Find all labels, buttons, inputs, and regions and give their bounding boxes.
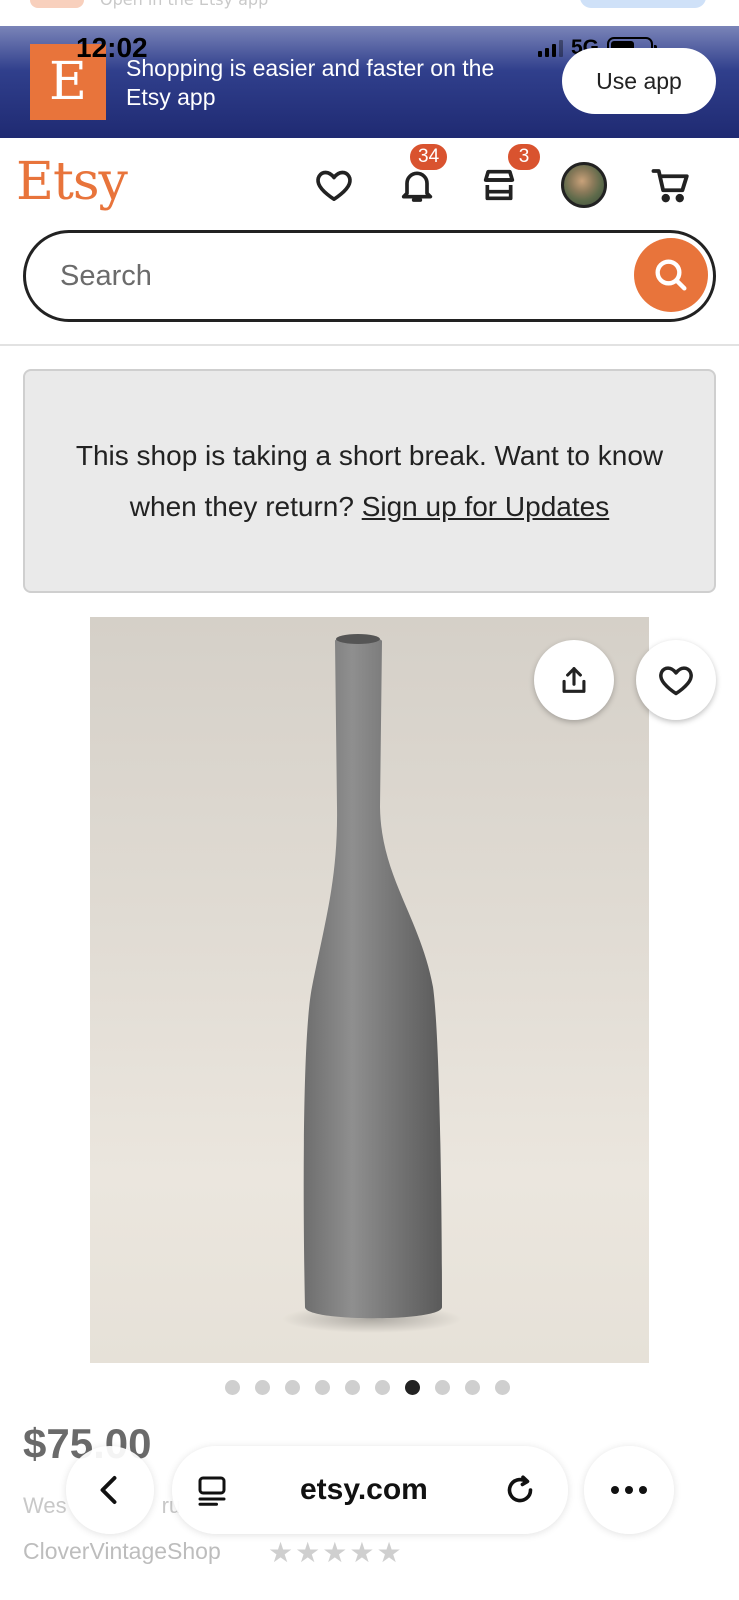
use-app-button[interactable]: Use app (562, 48, 716, 114)
search-bar (23, 230, 716, 322)
share-button[interactable] (534, 640, 614, 720)
open-button-pill[interactable] (580, 0, 706, 8)
favorite-listing-button[interactable] (636, 640, 716, 720)
cart-icon (651, 169, 689, 203)
banner-text: Shopping is easier and faster on the Ets… (126, 55, 495, 110)
app-banner: E 12:02 5G Shopping is easier and faster… (0, 26, 739, 138)
star-icon: ★ (376, 1536, 402, 1569)
shop-manager-badge: 3 (506, 142, 542, 172)
carousel-dot[interactable] (255, 1380, 270, 1395)
star-icon: ★ (268, 1536, 294, 1569)
carousel-dot[interactable] (225, 1380, 240, 1395)
shop-icon (483, 169, 515, 201)
reader-icon[interactable] (194, 1472, 230, 1508)
favorites-button[interactable] (309, 160, 359, 210)
heart-icon (316, 170, 352, 202)
carousel-dot[interactable] (375, 1380, 390, 1395)
carousel-dot[interactable] (285, 1380, 300, 1395)
star-icon: ★ (349, 1536, 375, 1569)
share-icon (562, 667, 586, 693)
sliver-text: Open in the Etsy app (100, 0, 268, 9)
carousel-dots (225, 1380, 510, 1395)
shop-name[interactable]: CloverVintageShop (23, 1538, 221, 1565)
carousel-dot[interactable] (405, 1380, 420, 1395)
carousel-dot[interactable] (315, 1380, 330, 1395)
search-input[interactable] (60, 251, 600, 301)
carousel-dot[interactable] (495, 1380, 510, 1395)
carousel-dot[interactable] (465, 1380, 480, 1395)
star-icon: ★ (295, 1536, 321, 1569)
notice-text: This shop is taking a short break. Want … (55, 430, 684, 532)
address-bar[interactable]: etsy.com (172, 1446, 568, 1534)
shop-break-notice: This shop is taking a short break. Want … (23, 369, 716, 593)
sign-up-updates-link[interactable]: Sign up for Updates (362, 491, 610, 522)
avatar[interactable] (561, 162, 607, 208)
search-icon (655, 259, 687, 291)
etsy-logo[interactable]: Etsy (16, 152, 128, 212)
more-icon (611, 1486, 647, 1494)
rating-stars: ★ ★ ★ ★ ★ (268, 1536, 402, 1569)
more-button[interactable] (584, 1446, 674, 1534)
product-image[interactable] (90, 617, 649, 1363)
vase-image (282, 634, 462, 1333)
star-icon: ★ (322, 1536, 348, 1569)
url-text: etsy.com (300, 1473, 428, 1506)
heart-icon (659, 666, 693, 696)
notifications-badge: 34 (408, 142, 450, 172)
cart-button[interactable] (646, 160, 696, 210)
listing-title-part-1: Wes (23, 1493, 67, 1518)
signal-icon (538, 39, 563, 57)
browser-back-button[interactable] (66, 1446, 154, 1534)
search-button[interactable] (634, 238, 708, 312)
top-sliver: Open in the Etsy app (0, 0, 739, 26)
header-divider (0, 344, 739, 346)
back-icon (100, 1476, 117, 1504)
reload-icon[interactable] (502, 1472, 538, 1508)
carousel-dot[interactable] (435, 1380, 450, 1395)
carousel-dot[interactable] (345, 1380, 360, 1395)
open-app-pill[interactable] (30, 0, 84, 8)
